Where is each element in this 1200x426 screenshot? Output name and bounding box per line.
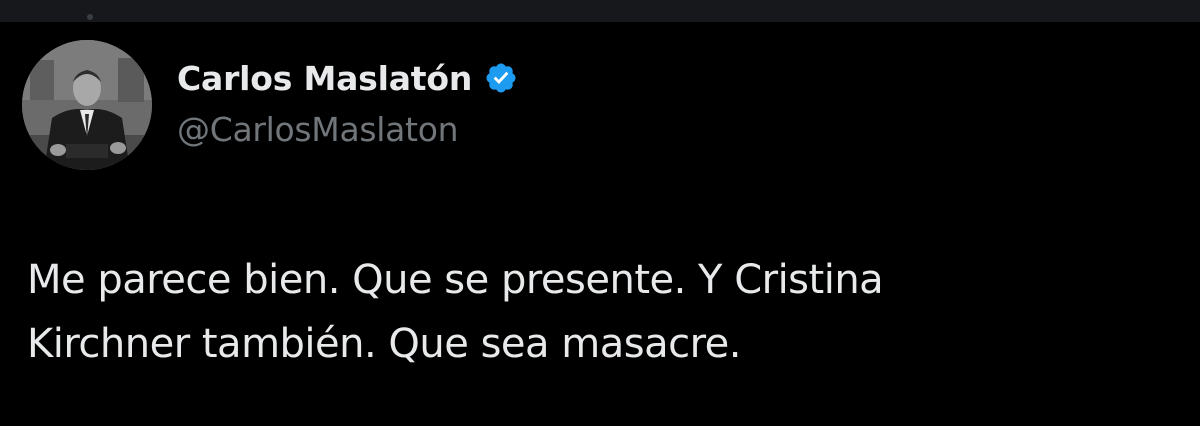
tweet-text-line: Me parece bien. Que se presente. Y Crist… [27,257,884,303]
author-handle[interactable]: @CarlosMaslaton [177,110,459,149]
avatar[interactable] [22,40,152,170]
avatar-photo [22,40,152,170]
tweet-text: Me parece bien. Que se presente. Y Crist… [27,248,1177,376]
tweet-text-line: Kirchner también. Que sea masacre. [27,321,741,367]
verified-badge-icon[interactable] [484,61,518,95]
author-name-row[interactable]: Carlos Maslatón [177,54,518,102]
top-edge-strip [0,0,1200,22]
display-name[interactable]: Carlos Maslatón [177,59,472,98]
dot-icon [87,14,93,20]
